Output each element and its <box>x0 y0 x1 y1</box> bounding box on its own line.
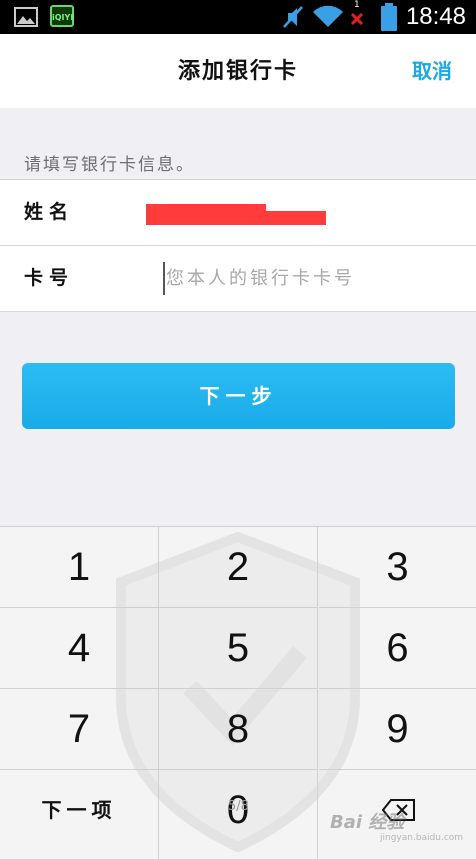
form-hint: 请填写银行卡信息。 <box>24 155 195 175</box>
nav-bar: 添加银行卡 取消 <box>0 34 476 108</box>
next-item-key[interactable]: 下一项 <box>0 770 159 859</box>
card-number-row: 卡号 <box>0 246 476 311</box>
gallery-icon <box>14 7 38 27</box>
cancel-button[interactable]: 取消 <box>412 34 452 108</box>
key-0[interactable]: 0 <box>159 770 318 859</box>
key-8[interactable]: 8 <box>159 689 318 770</box>
page-title: 添加银行卡 <box>177 58 298 84</box>
status-bar: iQIYI 1 18:48 <box>0 0 476 34</box>
key-1[interactable]: 1 <box>0 527 159 608</box>
card-number-label: 卡号 <box>24 267 75 289</box>
iqiyi-app-icon: iQIYI <box>50 5 74 27</box>
wifi-icon <box>313 5 343 28</box>
key-6[interactable]: 6 <box>319 608 476 689</box>
number-keypad: 1 2 3 4 5 6 7 8 9 下一项 0 5/8 <box>0 526 476 859</box>
name-label: 姓名 <box>24 201 75 223</box>
key-4[interactable]: 4 <box>0 608 159 689</box>
name-row: 姓名 <box>0 180 476 246</box>
clock: 18:48 <box>405 3 466 30</box>
page-indicator: 5/8 <box>228 799 249 814</box>
baidu-watermark-url: jingyan.baidu.com <box>380 833 464 843</box>
mute-icon <box>283 6 303 28</box>
baidu-watermark: Bai 经验 <box>330 812 405 833</box>
redacted-name-bar <box>146 211 326 225</box>
card-number-input[interactable] <box>166 246 456 311</box>
no-signal-icon <box>350 12 364 26</box>
text-cursor <box>163 262 165 295</box>
bank-card-form: 姓名 卡号 <box>0 179 476 312</box>
key-3[interactable]: 3 <box>319 527 476 608</box>
battery-icon <box>381 3 397 31</box>
sim-slot-label: 1 <box>354 0 360 10</box>
key-7[interactable]: 7 <box>0 689 159 770</box>
key-5[interactable]: 5 <box>159 608 318 689</box>
next-step-button[interactable]: 下一步 <box>22 363 455 429</box>
key-9[interactable]: 9 <box>319 689 476 770</box>
key-2[interactable]: 2 <box>159 527 318 608</box>
